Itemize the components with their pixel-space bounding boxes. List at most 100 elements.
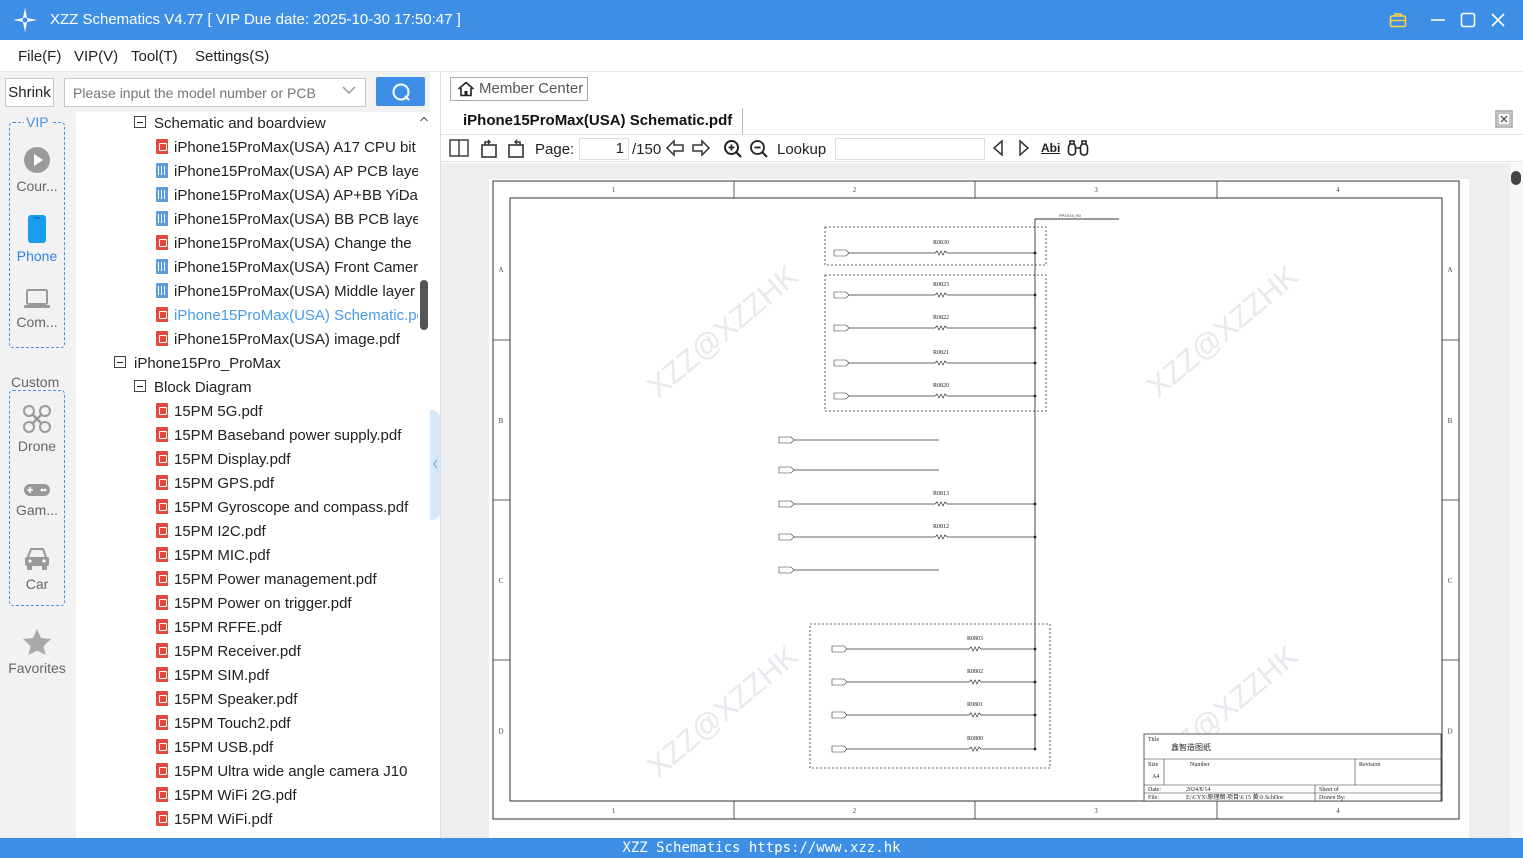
file-value: E:\CYX\原理图\项目\6 15 黄\0.SchDoc: [1186, 793, 1284, 801]
tree-file-item[interactable]: 15PM WiFi.pdf: [156, 808, 272, 832]
find-next-icon[interactable]: [1017, 139, 1031, 157]
port-symbol: [833, 359, 850, 367]
sheet-border: [492, 180, 1460, 820]
close-button[interactable]: [1486, 8, 1510, 32]
pdf-viewer[interactable]: 1 1 2 2 3 3 4 4 A A B B C C D D XZZ@XZZHK XZZ@XZZHK XZZ@XZ…: [441, 163, 1523, 838]
tree-file-item[interactable]: 15PM Display.pdf: [156, 448, 290, 472]
menu-vip[interactable]: VIP(V): [74, 48, 118, 65]
page-number-input[interactable]: 1: [579, 138, 629, 160]
tree-file-item[interactable]: 15PM Receiver.pdf: [156, 640, 301, 664]
category-courses[interactable]: Cour...: [0, 146, 74, 194]
tree-folder[interactable]: Schematic and boardview: [134, 112, 326, 136]
match-case-button[interactable]: Abi: [1041, 141, 1060, 155]
category-drone[interactable]: Drone: [0, 404, 74, 454]
zoom-out-icon[interactable]: [749, 139, 769, 159]
tree-file-item[interactable]: 15PM SIM.pdf: [156, 664, 269, 688]
tree-file-item[interactable]: 15PM WiFi 2G.pdf: [156, 784, 297, 808]
port-symbol: [833, 249, 850, 257]
rotate-right-icon[interactable]: [506, 139, 526, 159]
port-symbol: [833, 291, 850, 299]
tree-file-item[interactable]: 15PM Touch2.pdf: [156, 712, 290, 736]
tree-file-item[interactable]: 15PM I2C.pdf: [156, 520, 266, 544]
tree-file-item[interactable]: iPhone15ProMax(USA) BB PCB layer: [156, 208, 418, 232]
tree-file-item[interactable]: iPhone15ProMax(USA) Front Camera: [156, 256, 418, 280]
zoom-in-icon[interactable]: [723, 139, 743, 159]
pdf-file-icon: [156, 306, 168, 322]
tree-file-item[interactable]: 15PM 5G.pdf: [156, 400, 262, 424]
chevron-down-icon[interactable]: [342, 85, 356, 95]
tree-item-label: iPhone15ProMax(USA) AP+BB YiDa: [174, 187, 418, 204]
category-games[interactable]: Gam...: [0, 482, 74, 518]
next-page-icon[interactable]: [691, 139, 711, 157]
port-symbol: [831, 745, 848, 753]
shrink-button[interactable]: Shrink: [5, 78, 54, 107]
status-bar: XZZ Schematics https://www.xzz.hk: [0, 838, 1523, 858]
minimize-button[interactable]: [1426, 8, 1450, 32]
find-previous-icon[interactable]: [991, 139, 1005, 157]
tree-file-item[interactable]: 15PM Gyroscope and compass.pdf: [156, 496, 408, 520]
rotate-left-icon[interactable]: [479, 139, 499, 159]
resistor-symbol: [934, 250, 948, 256]
tree-file-item[interactable]: 15PM Power on trigger.pdf: [156, 592, 352, 616]
tree-file-item[interactable]: iPhone15ProMax(USA) Change the: [156, 232, 412, 256]
category-computer[interactable]: Com...: [0, 288, 74, 330]
net-label: PP1V24_S0: [1059, 213, 1082, 218]
document-pane: Member Center iPhone15ProMax(USA) Schema…: [440, 72, 1523, 838]
tree-file-item[interactable]: 15PM MIC.pdf: [156, 544, 270, 568]
junction-dot: [1033, 502, 1037, 506]
zone-row-label: C: [499, 577, 504, 585]
category-label: Car: [25, 576, 49, 592]
collapse-panel-handle[interactable]: [430, 410, 440, 520]
briefcase-icon: [1389, 13, 1407, 28]
tree-file-item[interactable]: iPhone15ProMax(USA) Schematic.pdf: [156, 304, 418, 328]
member-center-button[interactable]: Member Center: [450, 77, 588, 101]
tree-file-item[interactable]: iPhone15ProMax(USA) AP+BB YiDa: [156, 184, 418, 208]
left-pane: Shrink VIP Cour...: [0, 72, 430, 838]
tree-file-item[interactable]: iPhone15ProMax(USA) image.pdf: [156, 328, 400, 352]
tree-file-item[interactable]: 15PM RFFE.pdf: [156, 616, 282, 640]
tree-file-item[interactable]: iPhone15ProMax(USA) AP PCB layer: [156, 160, 418, 184]
lookup-input[interactable]: [835, 138, 985, 160]
tree-folder[interactable]: iPhone15Pro_ProMax: [114, 352, 281, 376]
tree-file-item[interactable]: 15PM Ultra wide angle camera J10: [156, 760, 407, 784]
tree-scrollbar[interactable]: [418, 112, 430, 838]
resistor-designator: R0821: [933, 350, 949, 356]
search-button[interactable]: [376, 77, 425, 106]
menu-file[interactable]: File(F): [18, 48, 61, 65]
tree-file-item[interactable]: iPhone15ProMax(USA) Middle layer: [156, 280, 415, 304]
zone-row-label: B: [499, 417, 504, 425]
category-favorites[interactable]: Favorites: [0, 628, 74, 676]
tree-file-item[interactable]: iPhone15ProMax(USA) A17 CPU bit: [156, 136, 416, 160]
maximize-button[interactable]: [1456, 8, 1480, 32]
close-tab-icon[interactable]: [1495, 110, 1513, 128]
resistor-designator: R0813: [933, 491, 949, 497]
tree-item-label: 15PM MIC.pdf: [174, 547, 270, 564]
search-input[interactable]: [64, 78, 366, 107]
vip-bag-button[interactable]: [1386, 8, 1410, 32]
junction-dot: [1033, 293, 1037, 297]
tree-file-item[interactable]: 15PM GPS.pdf: [156, 472, 274, 496]
chevron-up-icon[interactable]: [420, 116, 428, 122]
document-tab[interactable]: iPhone15ProMax(USA) Schematic.pdf: [453, 108, 744, 134]
viewer-scrollbar[interactable]: [1510, 163, 1523, 838]
tree-file-item[interactable]: 15PM Power management.pdf: [156, 568, 377, 592]
binoculars-icon[interactable]: [1067, 139, 1089, 157]
resistor-symbol: [968, 712, 982, 718]
menu-settings[interactable]: Settings(S): [195, 48, 269, 65]
category-car[interactable]: Car: [0, 546, 74, 592]
viewer-scroll-thumb[interactable]: [1511, 171, 1521, 185]
tree-file-item[interactable]: 15PM Speaker.pdf: [156, 688, 297, 712]
tree-item-label: 15PM 5G.pdf: [174, 403, 263, 420]
tree-file-item[interactable]: 15PM Baseband power supply.pdf: [156, 424, 401, 448]
two-page-view-icon[interactable]: [449, 139, 469, 157]
tree-scroll-thumb[interactable]: [420, 280, 428, 330]
resistor-designator: R0823: [933, 282, 949, 288]
category-phone[interactable]: Phone: [0, 214, 74, 264]
prev-page-icon[interactable]: [665, 139, 685, 157]
laptop-icon: [24, 289, 50, 308]
menu-tool[interactable]: Tool(T): [131, 48, 178, 65]
resistor-symbol: [934, 393, 948, 399]
tree-file-item[interactable]: 15PM USB.pdf: [156, 736, 273, 760]
zone-row-label: D: [498, 728, 503, 736]
tree-folder[interactable]: Block Diagram: [134, 376, 252, 400]
